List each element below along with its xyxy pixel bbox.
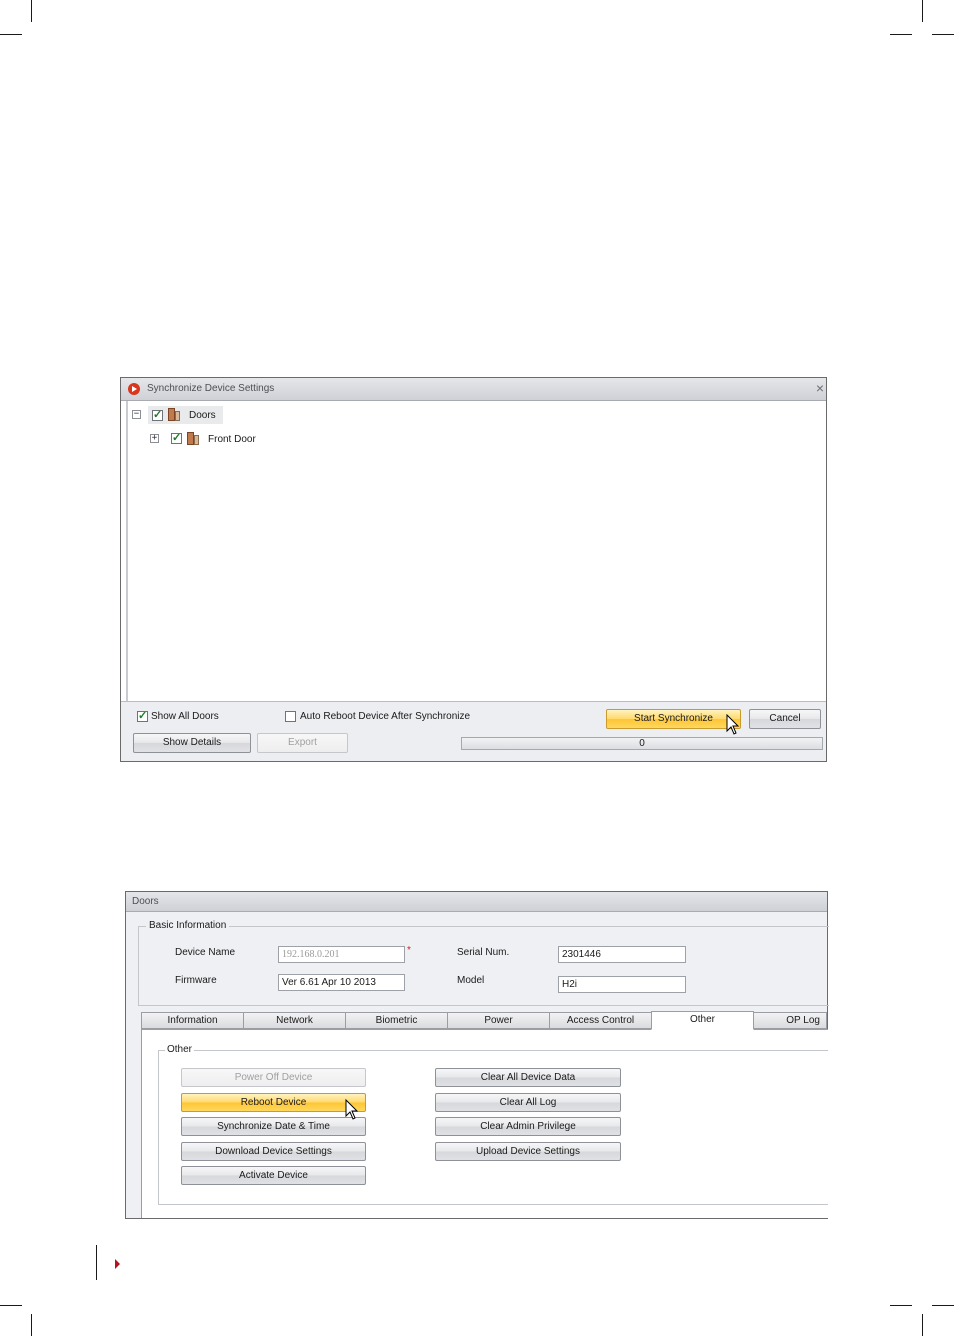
- show-all-doors-checkbox[interactable]: [137, 709, 148, 722]
- firmware-label: Firmware: [175, 975, 217, 986]
- progress-text: 0: [639, 738, 645, 749]
- front-door-checkbox[interactable]: [171, 431, 182, 444]
- basic-info-group: [138, 926, 829, 1006]
- show-all-doors-label: Show All Doors: [151, 711, 219, 722]
- door-icon: [187, 432, 199, 445]
- required-mark: *: [407, 945, 411, 956]
- sync-dialog-titlebar: Synchronize Device Settings ×: [121, 378, 826, 401]
- page-marker-icon: [115, 1259, 120, 1269]
- show-details-button[interactable]: Show Details: [133, 733, 251, 753]
- power-off-device-button: Power Off Device: [181, 1068, 366, 1087]
- firmware-field[interactable]: Ver 6.61 Apr 10 2013: [278, 974, 405, 991]
- doors-checkbox[interactable]: [152, 408, 163, 421]
- tab-op-log[interactable]: OP Log: [753, 1012, 827, 1029]
- tab-other[interactable]: Other: [651, 1011, 754, 1030]
- tab-information[interactable]: Information: [141, 1012, 244, 1029]
- download-device-settings-button[interactable]: Download Device Settings: [181, 1142, 366, 1161]
- sync-dialog: Synchronize Device Settings × − Doors + …: [120, 377, 827, 762]
- model-label: Model: [457, 975, 485, 986]
- serial-num-field[interactable]: 2301446: [558, 946, 686, 963]
- tab-network[interactable]: Network: [243, 1012, 346, 1029]
- doors-panel-title: Doors: [132, 896, 159, 907]
- other-group-legend: Other: [165, 1044, 195, 1055]
- activate-device-button[interactable]: Activate Device: [181, 1166, 366, 1185]
- close-icon[interactable]: ×: [816, 380, 824, 396]
- door-tree: − Doors + Front Door: [126, 401, 826, 701]
- auto-reboot-label: Auto Reboot Device After Synchronize: [300, 711, 471, 722]
- collapse-icon[interactable]: −: [132, 410, 141, 419]
- app-logo-icon: [128, 383, 140, 395]
- cancel-button[interactable]: Cancel: [749, 709, 821, 729]
- door-icon: [168, 408, 180, 421]
- basic-info-legend: Basic Information: [146, 920, 230, 931]
- clear-admin-privilege-button[interactable]: Clear Admin Privilege: [435, 1117, 621, 1136]
- upload-device-settings-button[interactable]: Upload Device Settings: [435, 1142, 621, 1161]
- expand-icon[interactable]: +: [150, 434, 159, 443]
- tree-label-front-door[interactable]: Front Door: [208, 434, 256, 445]
- export-button: Export: [257, 733, 348, 753]
- tab-access-control[interactable]: Access Control: [549, 1012, 652, 1029]
- sync-dialog-title: Synchronize Device Settings: [147, 383, 275, 394]
- tab-power[interactable]: Power: [447, 1012, 550, 1029]
- sync-dialog-footer: Show All Doors Auto Reboot Device After …: [121, 701, 826, 761]
- progress-bar: 0: [461, 737, 823, 750]
- reboot-device-button[interactable]: Reboot Device: [181, 1093, 366, 1112]
- mouse-cursor-icon: [726, 714, 740, 735]
- auto-reboot-checkbox[interactable]: [285, 711, 296, 722]
- model-field[interactable]: H2i: [558, 976, 686, 993]
- serial-num-label: Serial Num.: [457, 947, 510, 958]
- start-synchronize-button[interactable]: Start Synchronize: [606, 709, 741, 729]
- synchronize-date-time-button[interactable]: Synchronize Date & Time: [181, 1117, 366, 1136]
- device-name-label: Device Name: [175, 947, 236, 958]
- device-name-field[interactable]: 192.168.0.201: [278, 946, 405, 963]
- clear-all-log-button[interactable]: Clear All Log: [435, 1093, 621, 1112]
- tree-label-doors: Doors: [189, 410, 216, 421]
- page-divider: [96, 1245, 97, 1280]
- doors-panel-titlebar: Doors: [126, 892, 827, 912]
- tab-biometric[interactable]: Biometric: [345, 1012, 448, 1029]
- clear-all-device-data-button[interactable]: Clear All Device Data: [435, 1068, 621, 1087]
- mouse-cursor-icon: [345, 1099, 359, 1120]
